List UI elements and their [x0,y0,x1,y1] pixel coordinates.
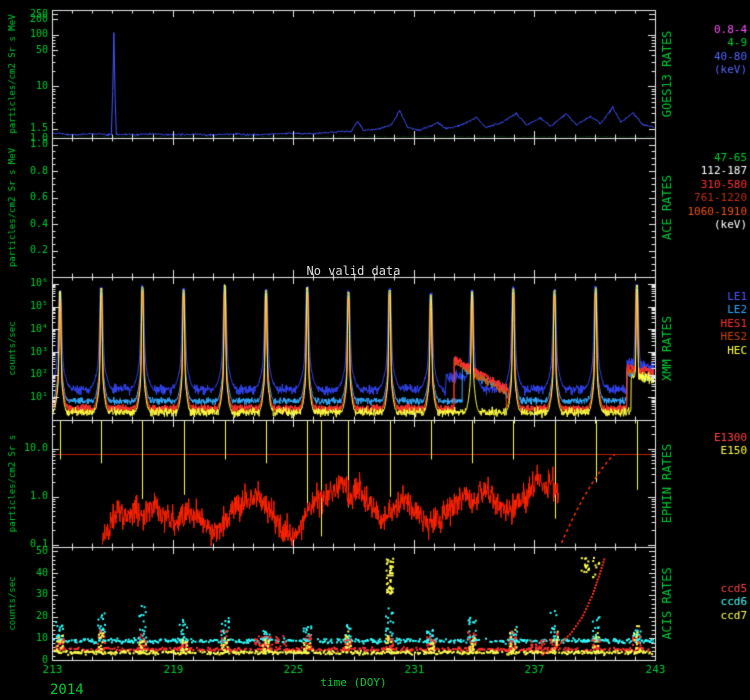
radiation-monitoring-figure: No valid data time (DOY) 2014 [0,0,750,700]
radiation-plot-canvas [0,0,750,700]
